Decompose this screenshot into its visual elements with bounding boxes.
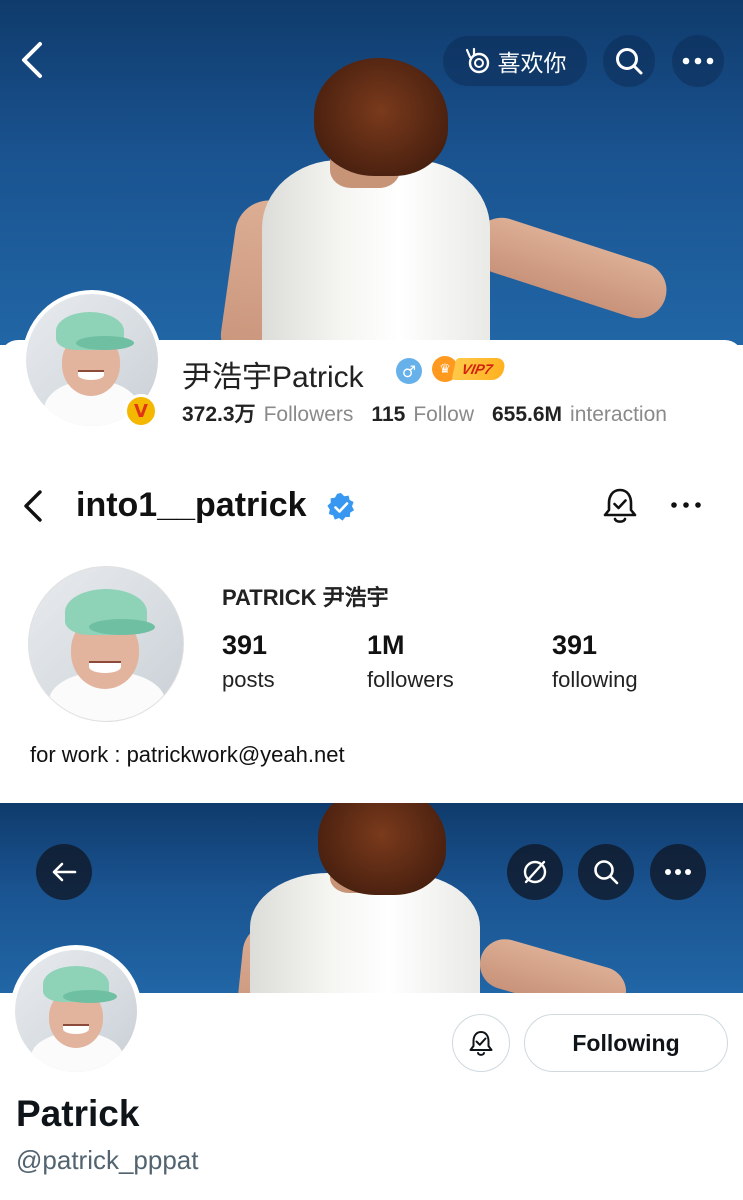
weibo-username: 尹浩宇Patrick	[182, 361, 364, 394]
translate-button[interactable]	[507, 844, 563, 900]
vip-level-label: VIP7	[451, 358, 507, 380]
followers-count[interactable]: 372.3万	[182, 398, 256, 428]
more-options-button[interactable]	[650, 844, 706, 900]
back-button[interactable]	[36, 844, 92, 900]
instagram-profile-section: into1__patrick PATRICK 尹浩宇 391 posts 1M …	[0, 440, 743, 803]
more-icon	[682, 57, 714, 65]
interaction-count: 655.6M	[492, 403, 563, 426]
posts-stat[interactable]: 391 posts	[222, 630, 275, 693]
weibo-stats: 372.3万 Followers 115 Follow 655.6M inter…	[182, 398, 667, 428]
following-count: 391	[552, 630, 598, 660]
search-icon	[616, 48, 643, 75]
followers-label: followers	[367, 667, 454, 692]
vip-badge[interactable]: ♛ VIP7	[432, 354, 507, 384]
snail-icon	[464, 47, 492, 75]
more-options-icon[interactable]	[664, 490, 708, 520]
like-you-button[interactable]: 喜欢你	[443, 36, 587, 86]
followers-count: 1M	[367, 630, 405, 660]
followers-label[interactable]: Followers	[264, 403, 354, 427]
more-icon	[665, 869, 691, 875]
instagram-bio: for work : patrickwork@yeah.net	[30, 742, 345, 767]
back-icon[interactable]	[18, 486, 50, 526]
twitter-profile-section: Following Patrick @patrick_pppat	[0, 803, 743, 1200]
follow-label[interactable]: Follow	[413, 403, 474, 427]
following-stat[interactable]: 391 following	[552, 630, 638, 693]
more-options-button[interactable]	[672, 35, 724, 87]
bell-check-icon	[469, 1031, 493, 1056]
like-you-label: 喜欢你	[497, 50, 567, 76]
notification-bell-icon[interactable]	[598, 484, 642, 528]
followers-stat[interactable]: 1M followers	[367, 630, 454, 693]
back-icon[interactable]	[16, 40, 52, 80]
instagram-full-name: PATRICK 尹浩宇	[222, 585, 389, 610]
following-label: following	[552, 667, 638, 692]
posts-label: posts	[222, 667, 275, 692]
weibo-profile-section: 喜欢你 V 尹浩宇Patrick ♂ ♛ VIP7 372.3万 Followe…	[0, 0, 743, 440]
follow-count[interactable]: 115	[371, 403, 405, 427]
notification-bell-button[interactable]	[452, 1014, 510, 1072]
grok-icon	[523, 860, 547, 884]
search-button[interactable]	[578, 844, 634, 900]
male-gender-icon: ♂	[396, 358, 422, 384]
posts-count: 391	[222, 630, 268, 660]
instagram-username: into1__patrick	[76, 486, 307, 524]
instagram-avatar[interactable]	[28, 566, 184, 722]
twitter-handle: @patrick_pppat	[16, 1145, 199, 1175]
twitter-display-name: Patrick	[16, 1093, 140, 1134]
interaction-label: interaction	[570, 403, 667, 426]
twitter-avatar[interactable]	[10, 945, 142, 1077]
search-button[interactable]	[603, 35, 655, 87]
search-icon	[594, 860, 619, 885]
verified-v-badge: V	[124, 394, 158, 428]
following-button[interactable]: Following	[524, 1014, 728, 1072]
arrow-left-icon	[52, 862, 77, 882]
verified-icon	[326, 492, 356, 522]
